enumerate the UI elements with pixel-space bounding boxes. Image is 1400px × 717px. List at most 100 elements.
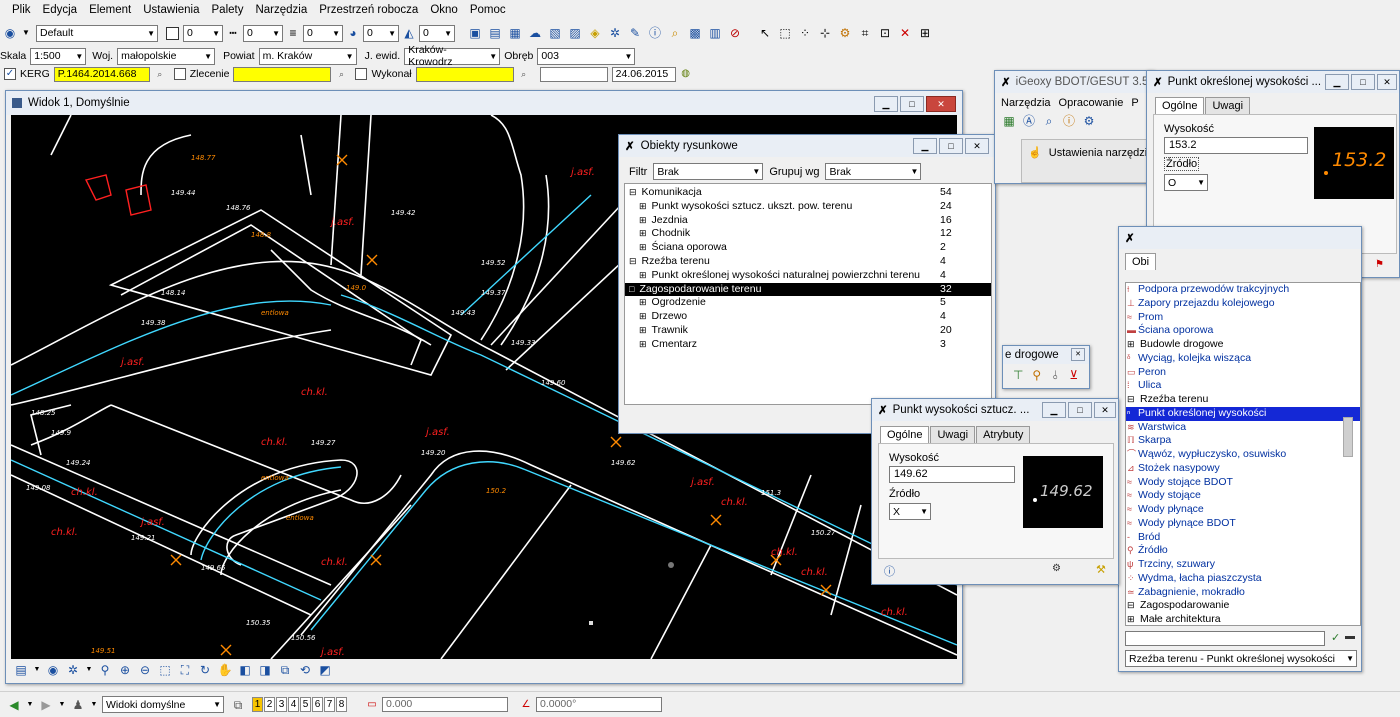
- zlecenie-checkbox[interactable]: [173, 68, 186, 80]
- pin-icon[interactable]: ⚲: [1030, 367, 1045, 383]
- view-page-4[interactable]: 4: [288, 697, 299, 712]
- search-icon[interactable]: ⌕: [667, 25, 683, 41]
- prohibit-icon[interactable]: ⊘: [727, 25, 743, 41]
- priority-icon[interactable]: ◭: [401, 25, 417, 41]
- close-button[interactable]: ✕: [1094, 402, 1116, 418]
- camera-icon[interactable]: ◩: [317, 662, 333, 678]
- symbol-list-item[interactable]: ⁘ Wydma, łacha piaszczysta: [1126, 572, 1360, 586]
- kerg-checkbox[interactable]: ✓: [4, 68, 16, 80]
- image-icon[interactable]: ▧: [547, 25, 563, 41]
- symbol-title-bar[interactable]: ✗: [1119, 227, 1361, 249]
- grupuj-combo[interactable]: Brak ▼: [825, 163, 922, 180]
- layers-icon[interactable]: ◈: [587, 25, 603, 41]
- menu-plik[interactable]: Plik: [12, 4, 31, 16]
- expand-icon[interactable]: ⊞: [639, 201, 647, 211]
- line-weight-combo[interactable]: 0 ▼: [303, 24, 343, 42]
- rotate-icon[interactable]: ↻: [197, 662, 213, 678]
- select-grid-icon[interactable]: ⬚: [777, 25, 793, 41]
- view-page-7[interactable]: 7: [324, 697, 335, 712]
- symbol-list-item[interactable]: - Bród: [1126, 531, 1360, 545]
- chevron-down-icon[interactable]: ▼: [90, 697, 98, 713]
- zrodlo-combo[interactable]: O ▼: [1164, 174, 1208, 191]
- snap-icon[interactable]: ✲: [607, 25, 623, 41]
- window-area-icon[interactable]: ⬚: [157, 662, 173, 678]
- symbol-list-item[interactable]: ⊥ Zapory przejazdu kolejowego: [1126, 297, 1360, 311]
- menu-pomoc[interactable]: Pomoc: [470, 4, 506, 16]
- settings-icon[interactable]: ⚙: [1081, 113, 1097, 129]
- tree-row[interactable]: ⊞ Chodnik 12: [625, 227, 991, 241]
- search-icon[interactable]: ⌕: [152, 66, 168, 82]
- chevron-down-icon[interactable]: ▼: [85, 662, 93, 678]
- view-page-5[interactable]: 5: [300, 697, 311, 712]
- priority-combo[interactable]: 0 ▼: [419, 24, 455, 42]
- update-view-icon[interactable]: ◉: [45, 662, 61, 678]
- apply-icon[interactable]: ⚑: [1375, 259, 1384, 270]
- chevron-down-icon[interactable]: ▼: [58, 697, 66, 713]
- coord-x-input[interactable]: 0.000: [382, 697, 508, 712]
- view-page-1[interactable]: 1: [252, 697, 263, 712]
- symbol-list-item[interactable]: ⁿ Punkt określonej wysokości: [1126, 406, 1360, 421]
- wysokosc-input[interactable]: 149.62: [889, 466, 1015, 483]
- copy-view-icon[interactable]: ⧉: [277, 662, 293, 678]
- pan-icon[interactable]: ✋: [217, 662, 233, 678]
- minimize-button[interactable]: ▁: [1042, 402, 1066, 418]
- zlecenie-input[interactable]: [233, 66, 332, 82]
- zrodlo-combo[interactable]: X ▼: [889, 503, 931, 520]
- menu-ustawienia[interactable]: Ustawienia: [143, 4, 199, 16]
- measure-distance-icon[interactable]: ⊞: [917, 25, 933, 41]
- symbol-list-item[interactable]: ψ Trzciny, szuwary: [1126, 558, 1360, 572]
- expand-icon[interactable]: ⊞: [639, 270, 647, 280]
- info-icon[interactable]: ⓘ: [647, 25, 663, 41]
- view-page-3[interactable]: 3: [276, 697, 287, 712]
- expand-icon[interactable]: ⊞: [639, 297, 647, 307]
- expand-icon[interactable]: ⊞: [639, 228, 647, 238]
- text-icon[interactable]: Ⓐ: [1021, 113, 1037, 129]
- symbol-list-item[interactable]: ⊞ Małe architektura: [1126, 613, 1360, 625]
- element-info-icon[interactable]: ⌗: [857, 25, 873, 41]
- reference-icon[interactable]: ▤: [487, 25, 503, 41]
- level-manager-icon[interactable]: ▣: [467, 25, 483, 41]
- cloud-icon[interactable]: ☁: [527, 25, 543, 41]
- category-combo[interactable]: Rzeźba terenu - Punkt określonej wysokoś…: [1125, 650, 1357, 667]
- view-attributes-icon[interactable]: ▤: [13, 662, 29, 678]
- chevron-down-icon[interactable]: ▼: [22, 25, 30, 41]
- tree-row[interactable]: ⊞ Punkt wysokości sztucz. ukszt. pow. ter…: [625, 200, 991, 214]
- menu-element[interactable]: Element: [89, 4, 131, 16]
- kerg-input[interactable]: P.1464.2014.668: [53, 66, 150, 82]
- wykonal-checkbox[interactable]: [355, 68, 368, 80]
- igeoxy-title-bar[interactable]: ✗ iGeoxy BDOT/GESUT 3.54.2: [995, 71, 1153, 93]
- symbol-list-item[interactable]: ⟊ Podpora przewodów trakcyjnych: [1126, 283, 1360, 297]
- check-icon[interactable]: ✓: [1331, 631, 1340, 644]
- symbol-list-item[interactable]: ⊟ Rzeźba terenu: [1126, 393, 1360, 407]
- view-title-bar[interactable]: Widok 1, Domyślnie: [6, 91, 962, 115]
- symbol-list-item[interactable]: ≈ Prom: [1126, 311, 1360, 325]
- list-icon[interactable]: ▬: [1345, 631, 1355, 642]
- expand-icon[interactable]: ⊞: [639, 311, 647, 321]
- color-combo[interactable]: 0 ▼: [183, 24, 223, 42]
- tree-row[interactable]: ⊞ Drzewo 4: [625, 310, 991, 324]
- line-weight-icon[interactable]: ≡: [285, 25, 301, 41]
- select-points-icon[interactable]: ⁘: [797, 25, 813, 41]
- symbol-list-item[interactable]: ≃ Zabagnienie, mokradło: [1126, 586, 1360, 600]
- tab-atrybuty[interactable]: Atrybuty: [976, 426, 1031, 443]
- select-tool-icon[interactable]: ⊹: [817, 25, 833, 41]
- forward-icon[interactable]: ▶: [38, 697, 54, 713]
- back-icon[interactable]: ◀: [6, 697, 22, 713]
- color-swatch-icon[interactable]: [166, 26, 179, 40]
- minimize-button[interactable]: ▁: [874, 96, 898, 112]
- symbol-list-item[interactable]: ≋ Warstwica: [1126, 421, 1360, 435]
- obiekty-tree[interactable]: ⊟ Komunikacja 54 ⊞ Punkt wysokości sztucz. u…: [624, 183, 992, 405]
- line-style-combo[interactable]: 0 ▼: [243, 24, 283, 42]
- tab-ogolne[interactable]: Ogólne: [880, 426, 930, 443]
- maximize-button[interactable]: □: [939, 138, 963, 154]
- symbol-list-item[interactable]: ᵟ Wyciąg, kolejka wisząca: [1126, 352, 1360, 366]
- menu-edycja[interactable]: Edycja: [43, 4, 78, 16]
- chart-icon[interactable]: ▥: [707, 25, 723, 41]
- close-button[interactable]: ✕: [926, 96, 956, 112]
- place-icon[interactable]: ⚲: [97, 662, 113, 678]
- expand-icon[interactable]: ⊞: [639, 339, 647, 349]
- blank-input[interactable]: [539, 66, 608, 82]
- line-style-icon[interactable]: ┅: [225, 25, 241, 41]
- brightness-icon[interactable]: ✲: [65, 662, 81, 678]
- calendar-icon[interactable]: ◍: [678, 66, 694, 82]
